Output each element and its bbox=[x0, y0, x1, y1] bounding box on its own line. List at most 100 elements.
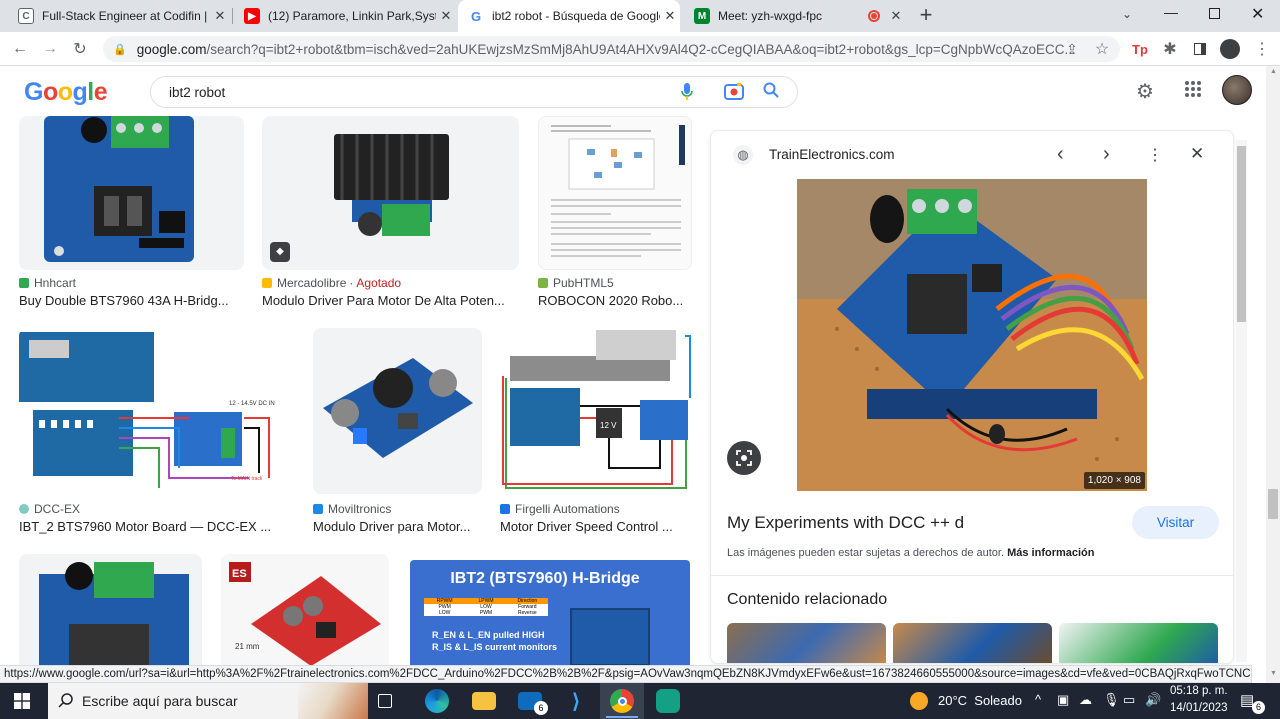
forward-arrow-icon[interactable]: → bbox=[40, 39, 60, 59]
meet-tray-icon[interactable]: ▣ bbox=[1057, 692, 1069, 708]
page-scrollbar-thumb[interactable] bbox=[1268, 489, 1278, 519]
weather-sun-icon[interactable] bbox=[910, 692, 928, 710]
panel-site-name[interactable]: TrainElectronics.com bbox=[769, 147, 895, 162]
result-title-dcc-ex[interactable]: IBT_2 BTS7960 Motor Board — DCC-EX ... bbox=[19, 519, 295, 534]
app-hexagon-icon[interactable] bbox=[656, 689, 680, 713]
tab-codifin[interactable]: C Full-Stack Engineer at Codifin | C ✕ bbox=[8, 0, 230, 32]
result-source-hnhcart[interactable]: Hnhcart bbox=[19, 276, 76, 290]
more-info-link[interactable]: Más información bbox=[1007, 547, 1094, 559]
taskbar-search-box[interactable]: Escribe aquí para buscar bbox=[48, 683, 368, 719]
result-image-hnhcart[interactable] bbox=[19, 116, 244, 270]
search-icon[interactable] bbox=[763, 82, 779, 101]
tray-chevron-icon[interactable]: ^ bbox=[1035, 692, 1041, 707]
panel-more-options-icon[interactable]: ⋮ bbox=[1147, 145, 1163, 165]
account-avatar[interactable] bbox=[1222, 75, 1252, 105]
lock-icon: 🔒 bbox=[113, 43, 127, 56]
related-thumb[interactable] bbox=[893, 623, 1052, 663]
result-source-dcc-ex[interactable]: DCC-EX bbox=[19, 502, 80, 516]
panel-title[interactable]: My Experiments with DCC ++ d bbox=[727, 513, 964, 533]
close-window-button[interactable]: ✕ bbox=[1251, 4, 1264, 24]
panel-scrollbar[interactable] bbox=[1236, 140, 1247, 662]
dcc-track-label: To MAIN track bbox=[231, 476, 263, 482]
new-tab-button[interactable]: + bbox=[914, 4, 938, 28]
address-bar[interactable]: 🔒 google.com/search?q=ibt2+robot&tbm=isc… bbox=[103, 36, 1120, 62]
weather-text[interactable]: 20°C Soleado bbox=[938, 693, 1022, 708]
page-scrollbar[interactable]: ▲ ▼ bbox=[1266, 66, 1280, 683]
microphone-tray-icon[interactable]: 🎙 bbox=[1103, 692, 1120, 708]
profile-avatar[interactable] bbox=[1220, 39, 1240, 59]
result-image-mercadolibre[interactable]: ◆ bbox=[262, 116, 519, 270]
tab-search-chevron-icon[interactable]: ⌄ bbox=[1122, 7, 1132, 21]
result-image-ibt2-hbridge[interactable]: IBT2 (BTS7960) H-Bridge RPWM LPWM Direct… bbox=[410, 560, 690, 666]
result-source-mercadolibre[interactable]: Mercadolibre · Agotado bbox=[262, 276, 401, 290]
tab-close-icon[interactable]: ✕ bbox=[436, 8, 456, 24]
tab-google-search[interactable]: G ibt2 robot - Búsqueda de Google ✕ bbox=[458, 0, 680, 32]
result-source-firgelli[interactable]: Firgelli Automations bbox=[500, 502, 620, 516]
task-view-icon[interactable] bbox=[378, 694, 392, 708]
source-name: PubHTML5 bbox=[553, 276, 614, 290]
clock-time[interactable]: 05:18 p. m. bbox=[1170, 685, 1228, 697]
chrome-menu-icon[interactable]: ⋮ bbox=[1252, 39, 1272, 59]
settings-gear-icon[interactable]: ⚙ bbox=[1136, 79, 1154, 104]
search-highlight-illustration bbox=[298, 683, 368, 719]
minimize-button[interactable]: — bbox=[1164, 4, 1178, 20]
url-path: /search?q=ibt2+robot&tbm=isch&ved=2ahUKE… bbox=[206, 41, 1076, 57]
google-logo[interactable]: Google bbox=[24, 78, 108, 107]
extension-tp-icon[interactable]: Tp bbox=[1130, 39, 1150, 59]
tab-close-icon[interactable]: ✕ bbox=[210, 8, 230, 24]
extensions-puzzle-icon[interactable]: ✱ bbox=[1160, 39, 1180, 59]
camera-lens-icon[interactable] bbox=[724, 83, 744, 104]
windows-start-icon[interactable] bbox=[14, 693, 30, 709]
mercadolibre-favicon-icon bbox=[262, 278, 272, 288]
meet-favicon-icon: M bbox=[694, 8, 710, 24]
source-name: Hnhcart bbox=[34, 276, 77, 290]
tab-youtube[interactable]: ▶ (12) Paramore, Linkin Park,System ✕ bbox=[234, 0, 456, 32]
chrome-icon[interactable] bbox=[610, 689, 634, 713]
result-title-moviltronics[interactable]: Modulo Driver para Motor... bbox=[313, 519, 482, 534]
cloud-icon[interactable]: ☁ bbox=[1079, 692, 1092, 708]
result-image-electronics-store[interactable]: ES 21 mm bbox=[221, 554, 389, 666]
volume-icon[interactable]: 🔊 bbox=[1145, 692, 1161, 708]
maximize-button[interactable] bbox=[1209, 8, 1220, 19]
result-image-moviltronics[interactable] bbox=[313, 328, 482, 494]
result-source-pubhtml5[interactable]: PubHTML5 bbox=[538, 276, 614, 290]
panel-scrollbar-thumb[interactable] bbox=[1237, 146, 1246, 322]
side-panel-icon[interactable] bbox=[1190, 39, 1210, 59]
tab-close-icon[interactable]: ✕ bbox=[660, 8, 680, 24]
result-title-pubhtml5[interactable]: ROBOCON 2020 Robo... bbox=[538, 293, 692, 308]
related-thumb[interactable] bbox=[1059, 623, 1218, 663]
bookmark-star-icon[interactable]: ☆ bbox=[1092, 39, 1112, 59]
edge-browser-icon[interactable] bbox=[425, 689, 449, 713]
battery-icon[interactable]: ▭ bbox=[1123, 692, 1135, 708]
vscode-icon[interactable]: ⟩ bbox=[564, 689, 588, 713]
next-chevron-icon[interactable]: › bbox=[1103, 143, 1110, 166]
tab-meet[interactable]: M Meet: yzh-wxgd-fpc ✕ bbox=[684, 0, 906, 32]
reload-icon[interactable]: ↻ bbox=[70, 39, 90, 59]
copyright-notice: Las imágenes pueden estar sujetas a dere… bbox=[727, 547, 1095, 559]
previous-chevron-icon[interactable]: ‹ bbox=[1057, 143, 1064, 166]
result-source-moviltronics[interactable]: Moviltronics bbox=[313, 502, 391, 516]
visit-button[interactable]: Visitar bbox=[1132, 506, 1219, 539]
result-image-dcc-ex[interactable]: 12 - 14.5V DC IN To MAIN track bbox=[19, 328, 295, 494]
microphone-icon[interactable] bbox=[681, 83, 693, 100]
tab-close-icon[interactable]: ✕ bbox=[886, 8, 906, 24]
url-host: google.com bbox=[136, 41, 207, 57]
apps-grid-icon[interactable] bbox=[1184, 80, 1202, 103]
preview-image[interactable]: 1,020 × 908 bbox=[797, 179, 1147, 491]
result-title-firgelli[interactable]: Motor Driver Speed Control ... bbox=[500, 519, 692, 534]
codifin-favicon-icon: C bbox=[18, 8, 34, 24]
result-image-pubhtml5[interactable] bbox=[538, 116, 692, 270]
clock-date[interactable]: 14/01/2023 bbox=[1170, 702, 1228, 714]
result-image-firgelli[interactable]: 12 V bbox=[500, 328, 692, 494]
result-image-ibt2-board[interactable] bbox=[19, 554, 202, 666]
lens-search-icon[interactable] bbox=[727, 441, 761, 475]
panel-close-icon[interactable]: ✕ bbox=[1190, 144, 1204, 164]
file-explorer-icon[interactable] bbox=[472, 692, 496, 710]
back-arrow-icon[interactable]: ← bbox=[10, 39, 30, 59]
result-title-mercadolibre[interactable]: Modulo Driver Para Motor De Alta Poten..… bbox=[262, 293, 519, 308]
result-title-hnhcart[interactable]: Buy Double BTS7960 43A H-Bridg... bbox=[19, 293, 244, 308]
search-input[interactable]: ibt2 robot bbox=[150, 76, 798, 108]
share-icon[interactable]: ⇪ bbox=[1062, 39, 1082, 59]
store-logo-text: ES bbox=[232, 568, 247, 580]
related-thumb[interactable] bbox=[727, 623, 886, 663]
